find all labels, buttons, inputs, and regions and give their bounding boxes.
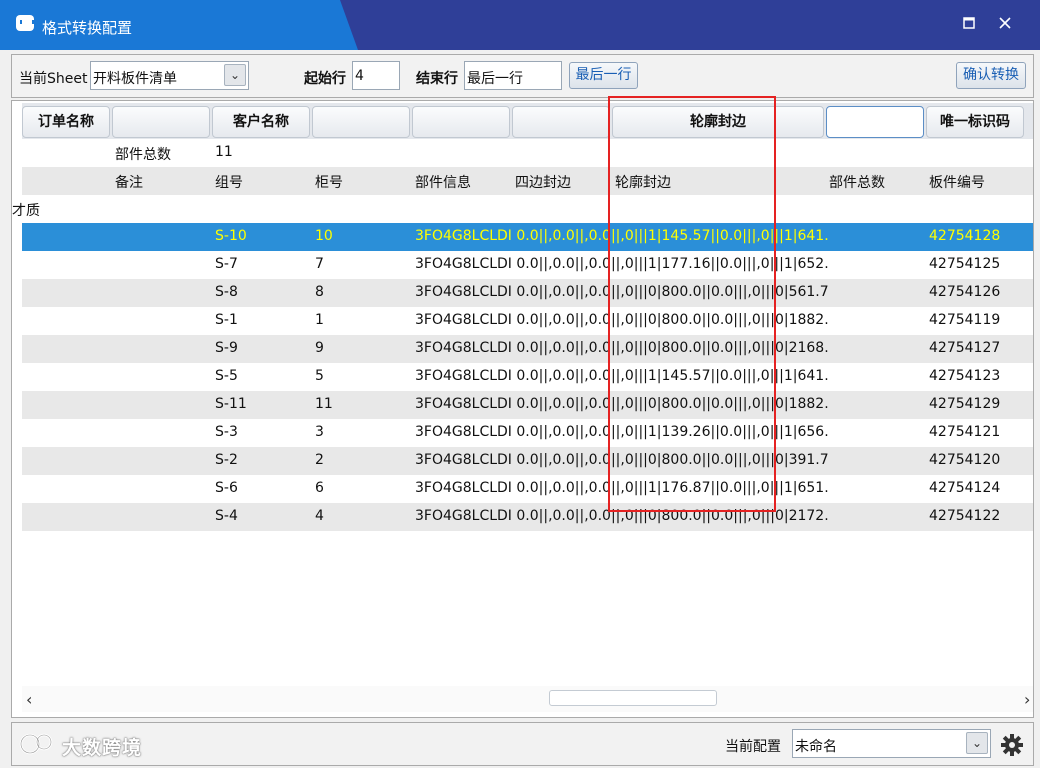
- cell-board-no: 42754122: [929, 508, 1001, 524]
- cell-cabinet: 8: [315, 284, 324, 300]
- last-row-button[interactable]: 最后一行: [569, 62, 638, 89]
- cell-cabinet: 7: [315, 256, 324, 272]
- table-row[interactable]: S-8 8 3FO4G8LCLDI 0.0||,0.0||,0.0||,0|||…: [22, 279, 1033, 307]
- watermark-icon: [19, 733, 53, 755]
- table-row[interactable]: S-11 11 3FO4G8LCLDI 0.0||,0.0||,0.0||,0|…: [22, 391, 1033, 419]
- summary-row[interactable]: 部件总数 11: [22, 139, 1033, 167]
- cell-board-no: 42754126: [929, 284, 1001, 300]
- column-header-row[interactable]: 备注 组号 柜号 部件信息 四边封边 轮廓封边 部件总数 板件编号: [22, 167, 1033, 195]
- cell-group: S-10: [215, 228, 247, 244]
- cell-board-no: 42754127: [929, 340, 1001, 356]
- window-title: 格式转换配置: [42, 19, 133, 37]
- table-row[interactable]: S-9 9 3FO4G8LCLDI 0.0||,0.0||,0.0||,0|||…: [22, 335, 1033, 363]
- cell-board-no: 42754124: [929, 480, 1001, 496]
- cell-group: S-2: [215, 452, 238, 468]
- cell-board-no: 42754121: [929, 424, 1001, 440]
- col-board-no: 板件编号: [929, 175, 985, 191]
- footer-bar: 大数跨境 当前配置 未命名 ⌄: [11, 722, 1034, 766]
- cell-board-no: 42754119: [929, 312, 1001, 328]
- watermark-logo: 大数跨境: [18, 729, 158, 761]
- cell-cabinet: 3: [315, 424, 324, 440]
- mapping-header-empty[interactable]: [312, 106, 410, 138]
- mapping-header-empty[interactable]: [112, 106, 210, 138]
- cell-group: S-4: [215, 508, 238, 524]
- data-grid: 订单名称 客户名称 轮廓封边 唯一标识码 部件总数 11 备注 组号 柜号 部件…: [11, 100, 1034, 718]
- table-row[interactable]: S-2 2 3FO4G8LCLDI 0.0||,0.0||,0.0||,0|||…: [22, 447, 1033, 475]
- mapping-header-empty[interactable]: [512, 106, 610, 138]
- col-remark: 备注: [115, 175, 143, 191]
- scroll-right-icon[interactable]: ›: [1024, 690, 1030, 709]
- cell-group: S-3: [215, 424, 238, 440]
- config-select[interactable]: 未命名 ⌄: [792, 729, 991, 758]
- chevron-down-icon[interactable]: ⌄: [966, 732, 988, 754]
- end-row-input[interactable]: 最后一行: [464, 61, 562, 90]
- confirm-convert-button[interactable]: 确认转换: [956, 62, 1026, 89]
- material-label: 才质: [12, 203, 40, 219]
- gear-icon[interactable]: [1000, 733, 1024, 757]
- mapping-header-bar: 订单名称 客户名称 轮廓封边 唯一标识码: [22, 103, 1033, 139]
- cell-group: S-5: [215, 368, 238, 384]
- table-row[interactable]: S-4 4 3FO4G8LCLDI 0.0||,0.0||,0.0||,0|||…: [22, 503, 1033, 531]
- table-row[interactable]: S-1 1 3FO4G8LCLDI 0.0||,0.0||,0.0||,0|||…: [22, 307, 1033, 335]
- cell-cabinet: 2: [315, 452, 324, 468]
- toolbar: 当前Sheet 开料板件清单 ⌄ 起始行 4 结束行 最后一行 最后一行 确认转…: [11, 54, 1034, 98]
- cell-cabinet: 4: [315, 508, 324, 524]
- cell-board-no: 42754129: [929, 396, 1001, 412]
- sheet-label: 当前Sheet: [19, 71, 88, 87]
- col-four-edge: 四边封边: [515, 175, 571, 191]
- horizontal-scrollbar[interactable]: ‹ ›: [22, 686, 1033, 712]
- config-label: 当前配置: [725, 739, 781, 755]
- close-button[interactable]: [990, 10, 1020, 36]
- material-row[interactable]: 才质: [12, 195, 1025, 223]
- mapping-header-empty[interactable]: [412, 106, 510, 138]
- sheet-select[interactable]: 开料板件清单 ⌄: [90, 61, 249, 90]
- mapping-header-order-name[interactable]: 订单名称: [22, 106, 110, 138]
- col-group: 组号: [215, 175, 243, 191]
- col-part-info: 部件信息: [415, 175, 471, 191]
- title-bar: 格式转换配置: [0, 0, 1040, 50]
- col-cabinet: 柜号: [315, 175, 343, 191]
- start-row-label: 起始行: [304, 71, 346, 87]
- cell-board-no: 42754123: [929, 368, 1001, 384]
- cell-cabinet: 11: [315, 396, 333, 412]
- cell-board-no: 42754120: [929, 452, 1001, 468]
- watermark-text: 大数跨境: [62, 737, 143, 759]
- mapping-header-unique-id[interactable]: 唯一标识码: [926, 106, 1024, 138]
- close-icon: [999, 17, 1011, 29]
- cell-group: S-6: [215, 480, 238, 496]
- table-row[interactable]: S-3 3 3FO4G8LCLDI 0.0||,0.0||,0.0||,0|||…: [22, 419, 1033, 447]
- cell-cabinet: 6: [315, 480, 324, 496]
- table-row[interactable]: S-7 7 3FO4G8LCLDI 0.0||,0.0||,0.0||,0|||…: [22, 251, 1033, 279]
- cell-group: S-9: [215, 340, 238, 356]
- table-row[interactable]: S-10 10 3FO4G8LCLDI 0.0||,0.0||,0.0||,0|…: [22, 223, 1033, 251]
- sheet-select-value: 开料板件清单: [93, 71, 177, 87]
- app-icon: [16, 15, 34, 31]
- cell-board-no: 42754125: [929, 256, 1001, 272]
- highlight-box: [608, 96, 776, 512]
- maximize-icon: [963, 17, 975, 29]
- config-select-value: 未命名: [795, 739, 837, 755]
- cell-group: S-8: [215, 284, 238, 300]
- cell-group: S-7: [215, 256, 238, 272]
- cell-cabinet: 1: [315, 312, 324, 328]
- cell-group: S-1: [215, 312, 238, 328]
- cell-board-no: 42754128: [929, 228, 1001, 244]
- col-part-count: 部件总数: [829, 175, 885, 191]
- summary-label: 部件总数: [115, 147, 171, 163]
- mapping-header-focused[interactable]: [826, 106, 924, 138]
- table-row[interactable]: S-5 5 3FO4G8LCLDI 0.0||,0.0||,0.0||,0|||…: [22, 363, 1033, 391]
- mapping-header-customer-name[interactable]: 客户名称: [212, 106, 310, 138]
- start-row-input[interactable]: 4: [352, 61, 400, 90]
- table-row[interactable]: S-6 6 3FO4G8LCLDI 0.0||,0.0||,0.0||,0|||…: [22, 475, 1033, 503]
- end-row-label: 结束行: [416, 71, 458, 87]
- summary-value: 11: [215, 144, 233, 160]
- cell-cabinet: 5: [315, 368, 324, 384]
- maximize-button[interactable]: [954, 10, 984, 36]
- cell-group: S-11: [215, 396, 247, 412]
- cell-cabinet: 10: [315, 228, 333, 244]
- cell-cabinet: 9: [315, 340, 324, 356]
- scrollbar-thumb[interactable]: [549, 690, 717, 706]
- scroll-left-icon[interactable]: ‹: [26, 690, 32, 709]
- chevron-down-icon[interactable]: ⌄: [224, 64, 246, 86]
